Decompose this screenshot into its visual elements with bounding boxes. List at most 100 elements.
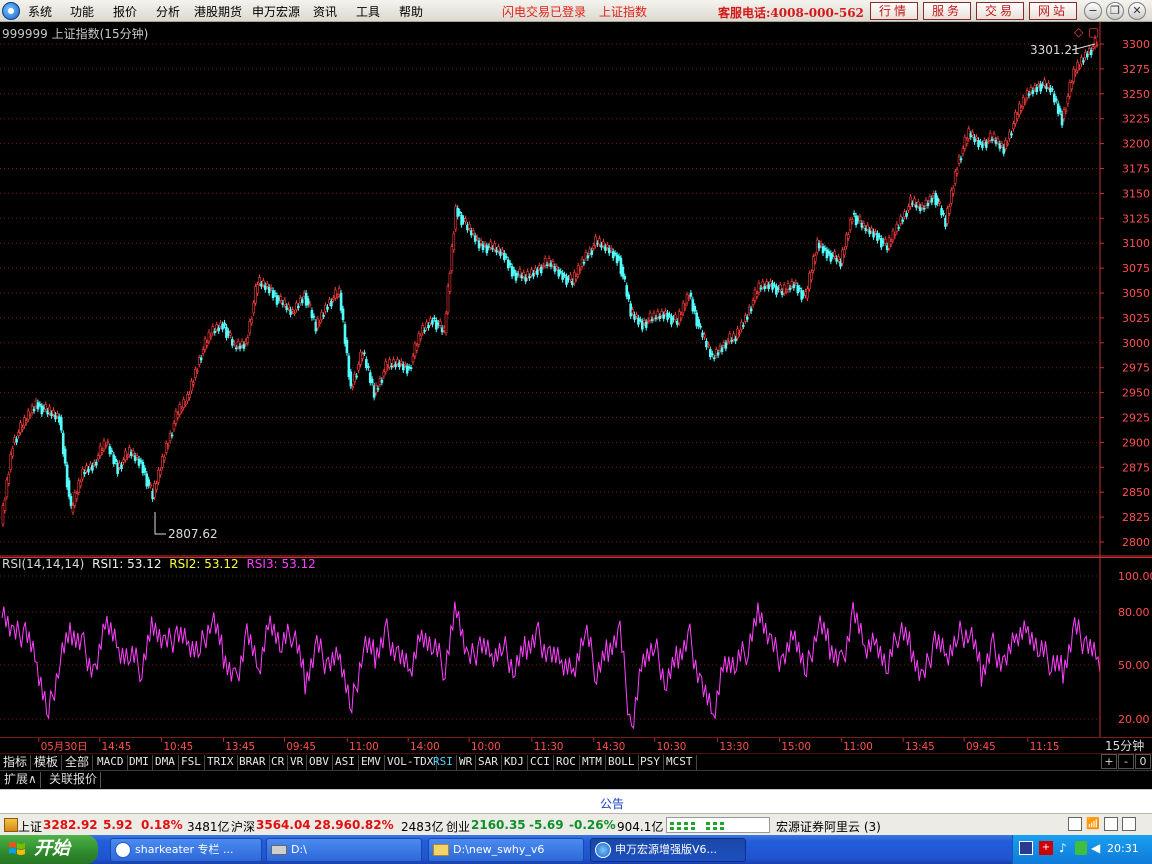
hs-pct: 0.82% xyxy=(352,818,394,832)
notice-label[interactable]: 公告 xyxy=(600,795,624,812)
candle-down xyxy=(569,274,572,281)
candle-down xyxy=(858,216,862,222)
candle-up xyxy=(415,345,419,351)
candle-down xyxy=(559,271,562,273)
indicator-tab-vr[interactable]: VR xyxy=(287,755,308,770)
menu-help[interactable]: 帮助 xyxy=(399,3,423,20)
menu-quote[interactable]: 报价 xyxy=(113,3,137,20)
window-mode-icon[interactable] xyxy=(1122,817,1136,831)
candle-up xyxy=(355,375,358,378)
square-icon[interactable]: ▢ xyxy=(1088,25,1099,39)
server-label[interactable]: 宏源证券阿里云 (3) xyxy=(776,818,881,835)
candle-down xyxy=(56,413,59,417)
candle-up xyxy=(961,148,965,154)
task-swhy-app[interactable]: 申万宏源增强版V6... xyxy=(590,838,746,862)
indicator-tab-fsl[interactable]: FSL xyxy=(178,755,205,770)
candle-down xyxy=(38,403,42,406)
zoom-out-button[interactable]: - xyxy=(1118,754,1134,769)
indicator-tab-boll[interactable]: BOLL xyxy=(605,755,639,770)
start-button[interactable]: 开始 xyxy=(0,835,98,864)
close-icon[interactable]: ✕ xyxy=(1128,2,1146,20)
time-label: 09:45 xyxy=(966,741,996,753)
indicator-tab-brar[interactable]: BRAR xyxy=(236,755,270,770)
tab-related-quotes[interactable]: 关联报价 xyxy=(46,772,102,788)
website-button[interactable]: 网站 xyxy=(1029,2,1077,20)
service-button[interactable]: 服务 xyxy=(923,2,971,20)
panel-icon[interactable] xyxy=(1068,817,1082,831)
security-icon[interactable] xyxy=(1075,841,1087,855)
menu-hk-futures[interactable]: 港股期货 xyxy=(194,3,242,20)
period-label[interactable]: 15分钟 xyxy=(1105,737,1144,754)
candle-down xyxy=(794,282,798,284)
volume-icon[interactable]: ♪ xyxy=(1059,841,1067,855)
layout-icon[interactable] xyxy=(1104,817,1118,831)
candle-down xyxy=(493,243,496,250)
task-browser[interactable]: sharkeater 专栏 ... xyxy=(110,838,262,862)
indicator-group-tab[interactable]: 指标 xyxy=(0,755,32,770)
candle-up xyxy=(757,282,761,293)
menu-analysis[interactable]: 分析 xyxy=(156,3,180,20)
input-method-icon[interactable]: + xyxy=(1039,841,1053,855)
indicator-tab-dmi[interactable]: DMI xyxy=(126,755,153,770)
level-bar xyxy=(706,827,710,830)
market-button[interactable]: 行情 xyxy=(870,2,918,20)
indicator-tab-rsi[interactable]: RSI xyxy=(430,755,457,770)
candle-up xyxy=(421,325,425,334)
speaker-icon[interactable]: ◀ xyxy=(1091,841,1100,855)
restore-icon[interactable]: ❐ xyxy=(1106,2,1124,20)
indicator-tab-psy[interactable]: PSY xyxy=(637,755,664,770)
indicator-tab-cr[interactable]: CR xyxy=(268,755,289,770)
indicator-tab-roc[interactable]: ROC xyxy=(553,755,580,770)
time-label: 11:00 xyxy=(349,741,379,753)
indicator-tab-emv[interactable]: EMV xyxy=(358,755,385,770)
candle-up xyxy=(427,325,430,328)
menu-swhy[interactable]: 申万宏源 xyxy=(252,3,300,20)
trade-button[interactable]: 交易 xyxy=(976,2,1024,20)
indicator-group-tab[interactable]: 全部 xyxy=(62,755,94,770)
task-folder[interactable]: D:\new_swhy_v6 xyxy=(428,838,584,862)
indicator-tab-sar[interactable]: SAR xyxy=(475,755,502,770)
indicator-tab-mcst[interactable]: MCST xyxy=(663,755,697,770)
candle-down xyxy=(471,230,475,234)
indicator-tab-kdj[interactable]: KDJ xyxy=(501,755,528,770)
indicator-tab-wr[interactable]: WR xyxy=(456,755,477,770)
indicator-tab-dma[interactable]: DMA xyxy=(152,755,179,770)
indicator-tab-asi[interactable]: ASI xyxy=(332,755,359,770)
diamond-icon[interactable]: ◇ xyxy=(1074,25,1084,39)
menu-system[interactable]: 系统 xyxy=(28,3,52,20)
candle-down xyxy=(829,252,833,262)
app-logo-icon xyxy=(2,2,20,20)
candle-up xyxy=(716,352,720,356)
level-bar xyxy=(713,827,717,830)
task-drive[interactable]: D:\ xyxy=(266,838,422,862)
menu-function[interactable]: 功能 xyxy=(70,3,94,20)
menu-news[interactable]: 资讯 xyxy=(313,3,337,20)
zoom-reset-button[interactable]: 0 xyxy=(1135,754,1151,769)
tab-expand[interactable]: 扩展∧ xyxy=(1,772,41,788)
menu-tools[interactable]: 工具 xyxy=(356,3,380,20)
indicator-tab-obv[interactable]: OBV xyxy=(306,755,333,770)
candle-down xyxy=(1047,82,1050,88)
signal-icon[interactable]: 📶 xyxy=(1086,817,1100,831)
price-tick-label: 3125 xyxy=(1122,212,1150,225)
candle-down xyxy=(483,243,487,246)
price-tick-label: 3250 xyxy=(1122,88,1150,101)
minimize-icon[interactable]: − xyxy=(1084,2,1102,20)
price-chart[interactable]: 3300 3275 3250 3225 3200 3175 3150 3125 3100 3075… xyxy=(0,22,1152,557)
candle-up xyxy=(28,415,32,418)
candle-down xyxy=(1054,98,1058,101)
hs-change: 28.96 xyxy=(314,818,352,832)
indicator-tab-trix[interactable]: TRIX xyxy=(204,755,238,770)
indicator-tab-macd[interactable]: MACD xyxy=(94,755,128,770)
candle-up xyxy=(745,316,749,320)
indicator-group-tab[interactable]: 模板 xyxy=(31,755,63,770)
zoom-in-button[interactable]: + xyxy=(1101,754,1117,769)
ticker-icon[interactable] xyxy=(4,818,18,832)
candle-down xyxy=(306,298,310,305)
indicator-tab-cci[interactable]: CCI xyxy=(527,755,554,770)
candle-up xyxy=(75,493,79,500)
rsi-chart[interactable]: 100.00 80.00 50.00 20.00 xyxy=(0,557,1152,737)
candle-down xyxy=(555,266,559,269)
indicator-tab-mtm[interactable]: MTM xyxy=(579,755,606,770)
network-icon[interactable] xyxy=(1019,841,1033,855)
